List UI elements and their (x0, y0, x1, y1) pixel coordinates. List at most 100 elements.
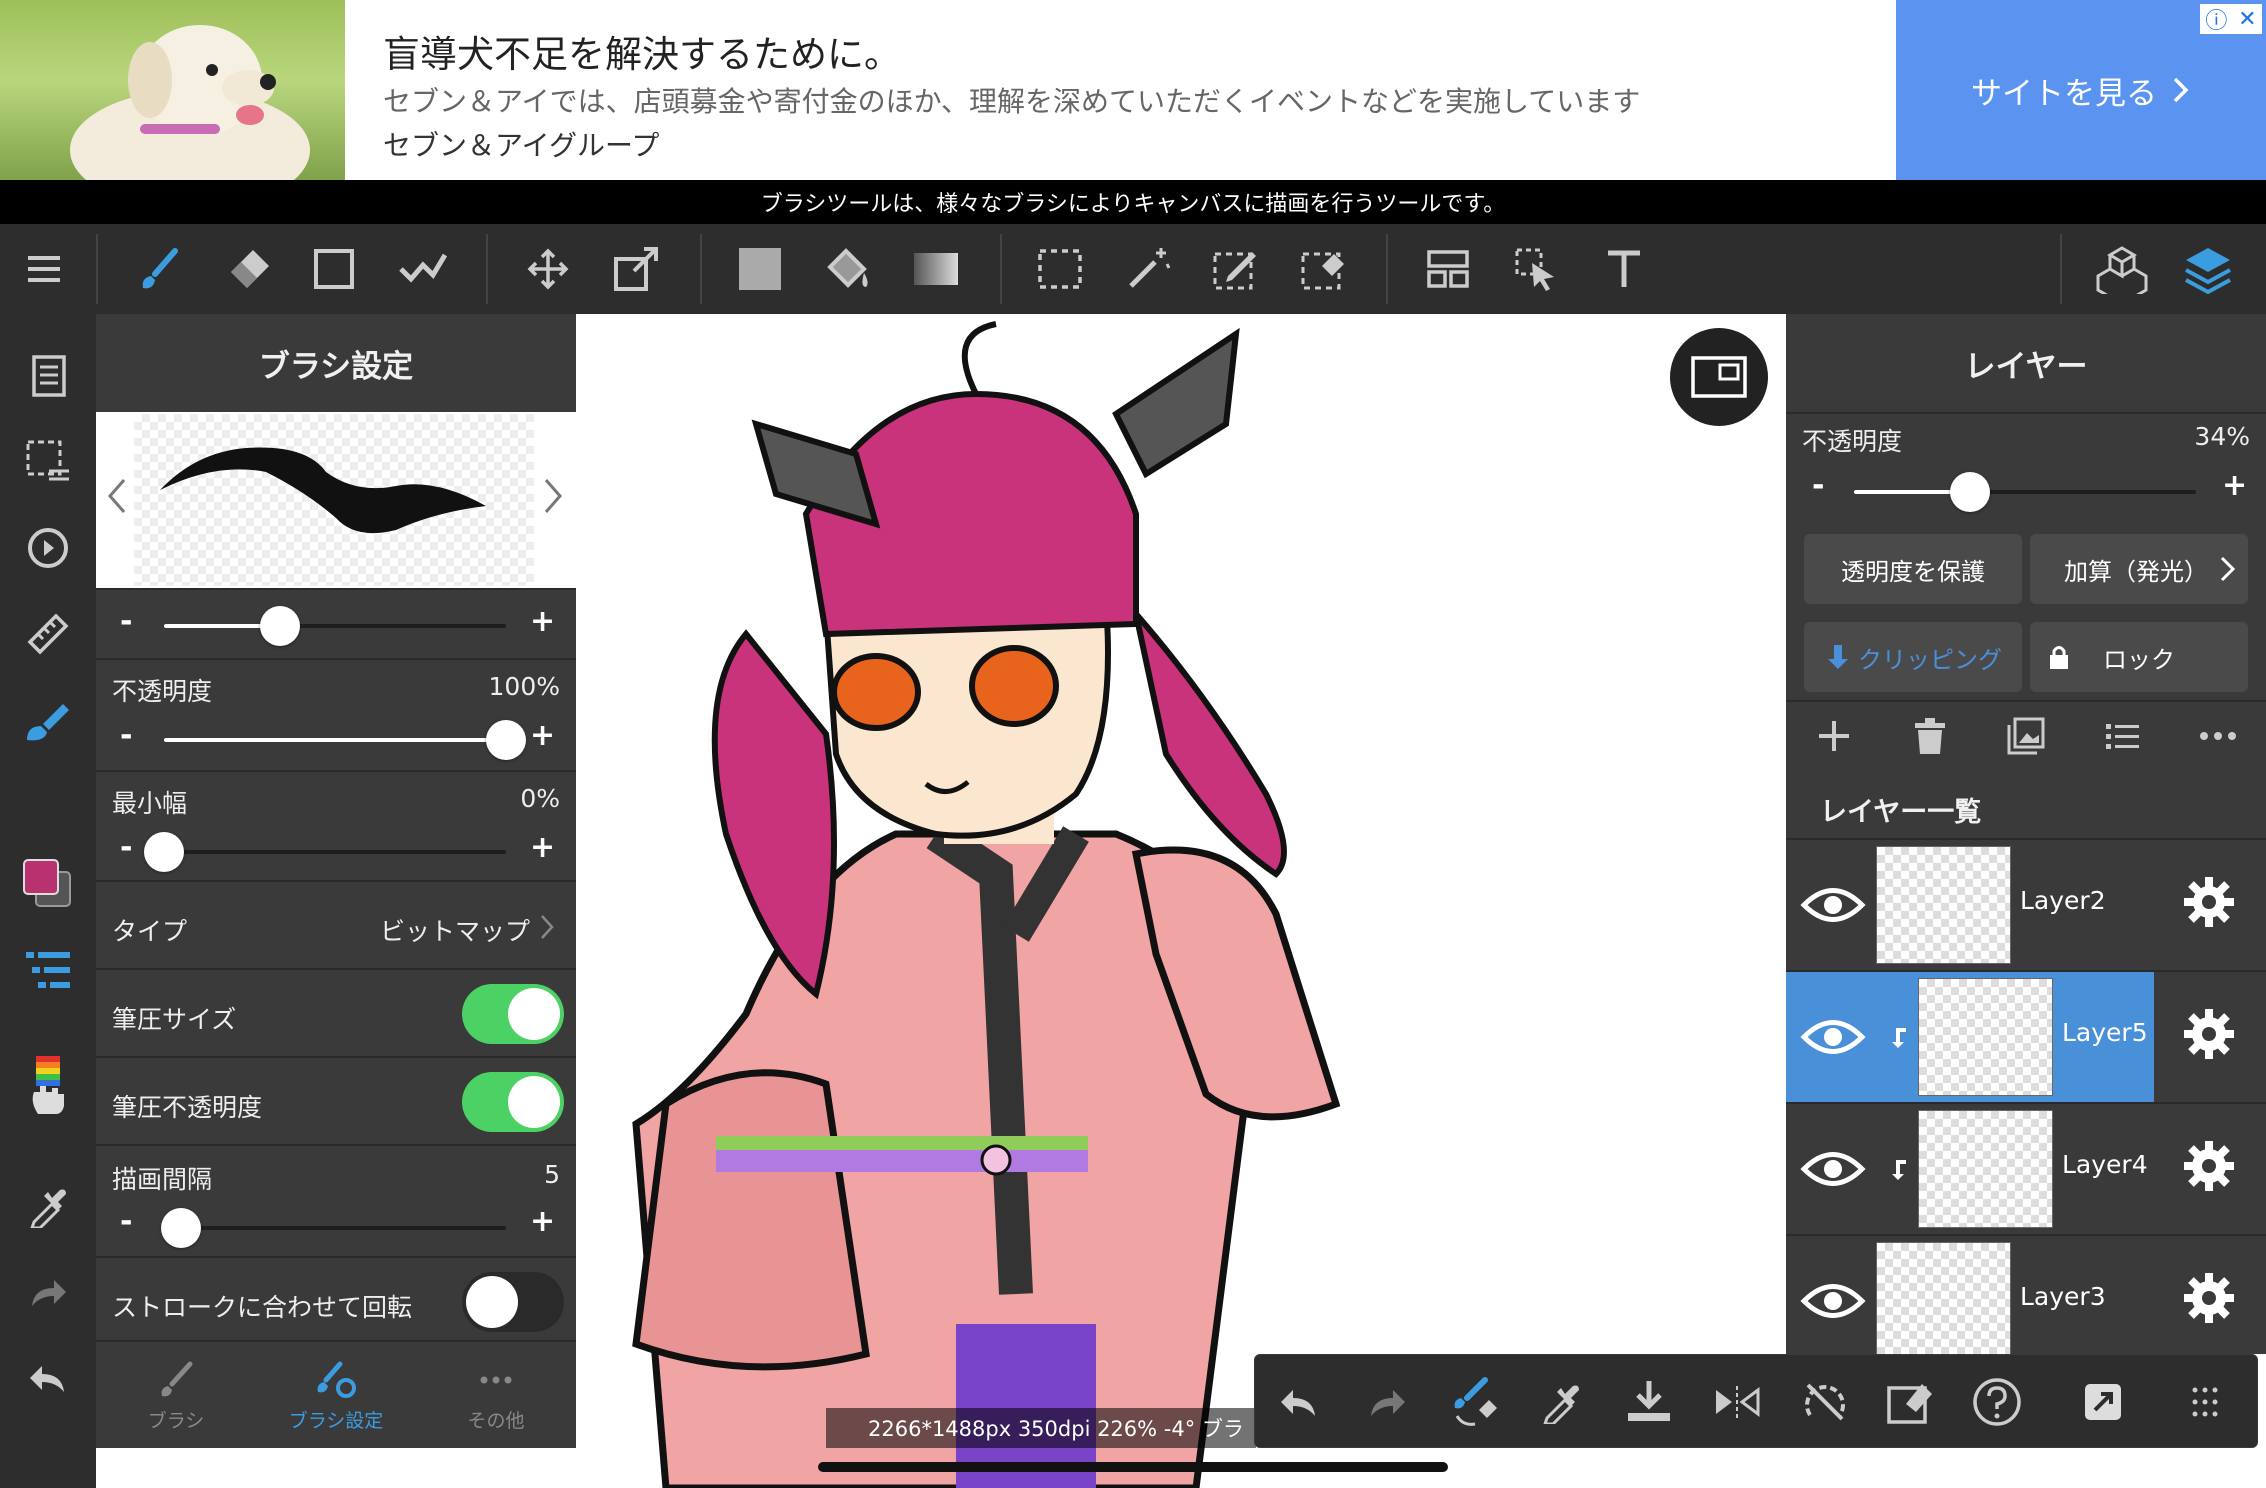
eye-icon[interactable] (1800, 1268, 1866, 1334)
ad-choices[interactable]: ⓘ ✕ (2200, 4, 2262, 34)
transform-icon[interactable] (606, 239, 666, 299)
fill-color-icon[interactable] (730, 239, 790, 299)
canvas-fit-button[interactable] (1670, 328, 1768, 426)
opacity-slider[interactable] (164, 720, 526, 760)
eraser-icon[interactable] (218, 239, 278, 299)
spacing-minus-button[interactable]: - (120, 1204, 132, 1239)
pressure-size-toggle[interactable] (462, 984, 564, 1044)
redo-icon[interactable] (1357, 1372, 1417, 1432)
close-icon[interactable]: ✕ (2238, 7, 2256, 32)
save-icon[interactable] (1619, 1372, 1679, 1432)
eye-icon[interactable] (1800, 1004, 1866, 1070)
protect-alpha-button[interactable]: 透明度を保護 (1804, 534, 2022, 604)
brush-icon[interactable] (128, 239, 188, 299)
tool-hint-bar: ブラシツールは、様々なブラシによりキャンバスに描画を行うツールです。 (0, 180, 2266, 224)
add-layer-icon[interactable] (1804, 706, 1864, 766)
layer-name: Layer2 (2020, 886, 2106, 915)
spacing-plus-button[interactable]: + (530, 1204, 555, 1239)
menu-icon[interactable] (14, 239, 74, 299)
layer-list-icon[interactable] (2092, 706, 2152, 766)
fullscreen-icon[interactable] (2073, 1372, 2133, 1432)
brush-list-icon[interactable] (18, 940, 78, 1000)
blend-mode-button[interactable]: 加算（発光） (2030, 534, 2248, 604)
opacity-minus-button[interactable]: - (120, 718, 132, 753)
tab-brush-label: ブラシ (147, 1409, 205, 1432)
rectangle-icon[interactable] (304, 239, 364, 299)
layer-opacity-plus-button[interactable]: + (2222, 468, 2247, 503)
info-icon[interactable]: ⓘ (2205, 3, 2227, 35)
min-width-slider[interactable] (144, 832, 506, 872)
rotate-canvas-icon[interactable] (18, 518, 78, 578)
rotate-reset-icon[interactable] (1795, 1372, 1855, 1432)
eyedropper-icon[interactable] (1531, 1372, 1591, 1432)
help-icon[interactable] (1967, 1372, 2027, 1432)
rotate-toggle[interactable] (462, 1272, 564, 1332)
opacity-plus-button[interactable]: + (530, 718, 555, 753)
layer-opacity-minus-button[interactable]: - (1812, 468, 1824, 503)
spacing-slider[interactable] (161, 1208, 506, 1248)
clipping-button[interactable]: クリッピング (1804, 622, 2022, 692)
tab-brush[interactable]: ブラシ (96, 1342, 256, 1450)
tab-other[interactable]: その他 (416, 1342, 576, 1450)
eye-icon[interactable] (1800, 872, 1866, 938)
color-swatch[interactable] (18, 854, 78, 914)
layers-icon[interactable] (2178, 239, 2238, 299)
ad-title[interactable]: 盲導犬不足を解決するために。 (383, 24, 901, 78)
redo-rail-icon[interactable] (18, 1262, 78, 1322)
layer-row[interactable]: Layer3 (1786, 1234, 2266, 1354)
brush-type-row[interactable]: タイプ ビットマップ (96, 880, 576, 968)
materials-icon[interactable] (2092, 239, 2152, 299)
layer-more-icon[interactable] (2188, 706, 2248, 766)
chevron-left-icon[interactable] (106, 476, 128, 516)
smudge-icon[interactable] (392, 239, 452, 299)
selection-menu-icon[interactable] (18, 432, 78, 492)
gradient-icon[interactable] (906, 239, 966, 299)
ad-brand[interactable]: セブン＆アイグループ (383, 124, 659, 164)
select-eraser-icon[interactable] (1294, 239, 1354, 299)
brush-settings-rail-icon[interactable] (18, 690, 78, 750)
min-width-plus-button[interactable]: + (530, 830, 555, 865)
ad-banner[interactable]: 盲導犬不足を解決するために。 セブン＆アイでは、店頭募金や寄付金のほか、理解を深… (0, 0, 2266, 180)
text-icon[interactable] (1594, 239, 1654, 299)
layer-opacity-label: 不透明度 (1802, 427, 1903, 456)
brush-size-slider[interactable] (164, 606, 506, 646)
drawing-canvas[interactable] (576, 314, 1786, 1488)
ad-description[interactable]: セブン＆アイでは、店頭募金や寄付金のほか、理解を深めていただくイベントなどを実施… (383, 80, 1640, 120)
pressure-opacity-toggle[interactable] (462, 1072, 564, 1132)
layer-row[interactable]: Layer4 (1786, 1102, 2266, 1232)
operation-icon[interactable] (1506, 239, 1566, 299)
gear-icon[interactable] (2182, 1271, 2236, 1325)
ad-image[interactable] (0, 0, 345, 180)
select-pen-icon[interactable] (1206, 239, 1266, 299)
flip-icon[interactable] (1707, 1372, 1767, 1432)
select-rect-icon[interactable] (1030, 239, 1090, 299)
min-width-minus-button[interactable]: - (120, 830, 132, 865)
chevron-right-icon[interactable] (542, 476, 564, 516)
layer-opacity-slider[interactable] (1854, 472, 2196, 512)
undo-rail-icon[interactable] (18, 1348, 78, 1408)
page-manager-icon[interactable] (18, 346, 78, 406)
delete-layer-icon[interactable] (1900, 706, 1960, 766)
layer-row[interactable]: Layer2 (1786, 838, 2266, 968)
undo-icon[interactable] (1269, 1372, 1329, 1432)
frame-divide-icon[interactable] (1418, 239, 1478, 299)
layer-image-icon[interactable] (1996, 706, 2056, 766)
magic-wand-icon[interactable] (1118, 239, 1178, 299)
brush-eraser-switch-icon[interactable] (1445, 1372, 1505, 1432)
bucket-icon[interactable] (818, 239, 878, 299)
size-plus-button[interactable]: + (530, 604, 555, 639)
eyedropper-rail-icon[interactable] (18, 1176, 78, 1236)
size-minus-button[interactable]: - (120, 604, 132, 639)
lock-button[interactable]: ロック (2030, 622, 2248, 692)
gear-icon[interactable] (2182, 1007, 2236, 1061)
layer-row-selected[interactable]: Layer5 (1786, 970, 2266, 1102)
ruler-icon[interactable] (18, 604, 78, 664)
gear-icon[interactable] (2182, 875, 2236, 929)
color-palette-hand-icon[interactable] (18, 1056, 78, 1116)
grip-icon[interactable] (2175, 1372, 2235, 1432)
move-icon[interactable] (518, 239, 578, 299)
tab-brush-settings[interactable]: ブラシ設定 (256, 1342, 416, 1450)
clear-icon[interactable] (1881, 1372, 1941, 1432)
gear-icon[interactable] (2182, 1139, 2236, 1193)
eye-icon[interactable] (1800, 1136, 1866, 1202)
